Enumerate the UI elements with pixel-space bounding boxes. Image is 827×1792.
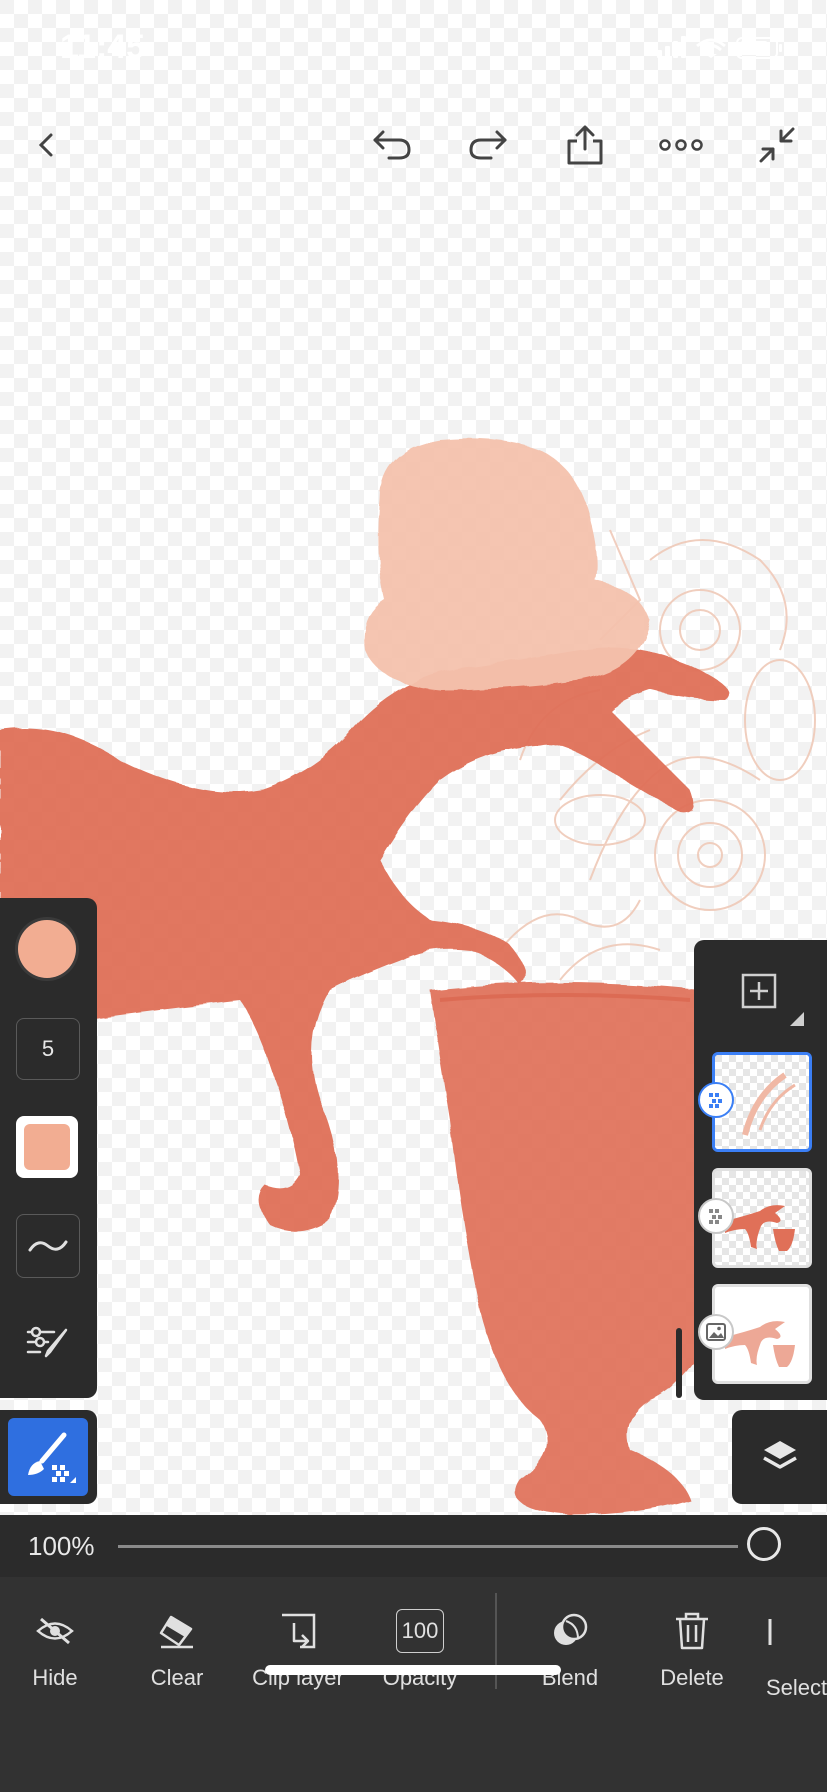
clear-label: Clear bbox=[150, 1665, 204, 1690]
chevron-left-icon bbox=[38, 133, 53, 157]
home-indicator[interactable] bbox=[265, 1665, 561, 1675]
back-button[interactable] bbox=[12, 110, 82, 180]
more-icon bbox=[659, 139, 703, 151]
top-toolbar bbox=[0, 110, 827, 180]
layers-toggle-button[interactable] bbox=[732, 1410, 827, 1504]
color-swatch[interactable] bbox=[16, 1116, 78, 1178]
pixel-layer-icon bbox=[709, 1093, 722, 1108]
delete-label: Delete bbox=[660, 1665, 724, 1690]
brush-stroke-button[interactable] bbox=[16, 1214, 80, 1278]
zoom-level: 100% bbox=[28, 1531, 95, 1561]
brush-size[interactable]: 5 bbox=[16, 1018, 80, 1080]
opacity-value: 100 bbox=[396, 1609, 444, 1653]
layers-scroll-handle[interactable] bbox=[676, 1328, 682, 1398]
select-button[interactable]: Select bbox=[758, 1607, 827, 1700]
share-icon bbox=[567, 125, 603, 165]
opacity-button[interactable]: 100 Opacity bbox=[365, 1607, 475, 1691]
layer-2-type-badge bbox=[698, 1198, 734, 1234]
add-layer-button[interactable] bbox=[738, 970, 780, 1012]
eraser-icon bbox=[159, 1615, 193, 1649]
collapse-icon bbox=[759, 127, 795, 163]
status-time: 11:45 bbox=[60, 28, 146, 66]
more-button[interactable] bbox=[646, 110, 716, 180]
delete-button[interactable]: Delete bbox=[637, 1607, 747, 1691]
swatch-fill bbox=[24, 1124, 70, 1170]
fullscreen-button[interactable] bbox=[742, 110, 812, 180]
color-picker[interactable] bbox=[18, 920, 76, 978]
eye-off-icon bbox=[36, 1617, 74, 1645]
layer-actions-bar: Hide Clear Clip layer 100 Opacity Blend … bbox=[0, 1577, 827, 1792]
undo-icon bbox=[373, 130, 411, 160]
layers-icon bbox=[762, 1441, 797, 1469]
blend-button[interactable]: Blend bbox=[515, 1607, 625, 1691]
active-brush bbox=[8, 1418, 88, 1496]
brush-tool-button[interactable] bbox=[0, 1410, 97, 1504]
zoom-slider-knob[interactable] bbox=[747, 1527, 781, 1561]
blend-icon bbox=[554, 1613, 588, 1645]
sliders-brush-icon bbox=[26, 1326, 68, 1358]
layers-panel bbox=[694, 940, 827, 1400]
clear-button[interactable]: Clear bbox=[122, 1607, 232, 1691]
layer-3-type-badge bbox=[698, 1314, 734, 1350]
plus-square-icon bbox=[741, 973, 777, 1009]
hide-button[interactable]: Hide bbox=[0, 1607, 110, 1691]
hide-label: Hide bbox=[32, 1665, 78, 1690]
redo-button[interactable] bbox=[453, 110, 523, 180]
redo-icon bbox=[469, 130, 507, 160]
status-bar: 11:45 bbox=[0, 0, 827, 100]
select-label: Select bbox=[766, 1675, 827, 1700]
share-button[interactable] bbox=[550, 110, 620, 180]
image-layer-icon bbox=[706, 1323, 726, 1341]
select-icon bbox=[768, 1619, 772, 1645]
stroke-wave-icon bbox=[28, 1240, 68, 1252]
status-icons bbox=[657, 34, 797, 65]
paint-brush-icon bbox=[28, 1432, 76, 1483]
zoom-bar: 100% bbox=[0, 1515, 827, 1577]
pixel-layer-icon bbox=[709, 1209, 722, 1224]
brush-toolbar: 5 bbox=[0, 898, 97, 1398]
clip-layer-icon bbox=[282, 1613, 316, 1649]
layer-1-type-badge bbox=[698, 1082, 734, 1118]
undo-button[interactable] bbox=[357, 110, 427, 180]
trash-icon bbox=[676, 1612, 708, 1650]
clip-layer-button[interactable]: Clip layer bbox=[243, 1607, 353, 1691]
corner-triangle-icon bbox=[790, 1012, 804, 1026]
zoom-slider-track[interactable] bbox=[118, 1545, 738, 1548]
brush-settings-button[interactable] bbox=[16, 1314, 78, 1370]
